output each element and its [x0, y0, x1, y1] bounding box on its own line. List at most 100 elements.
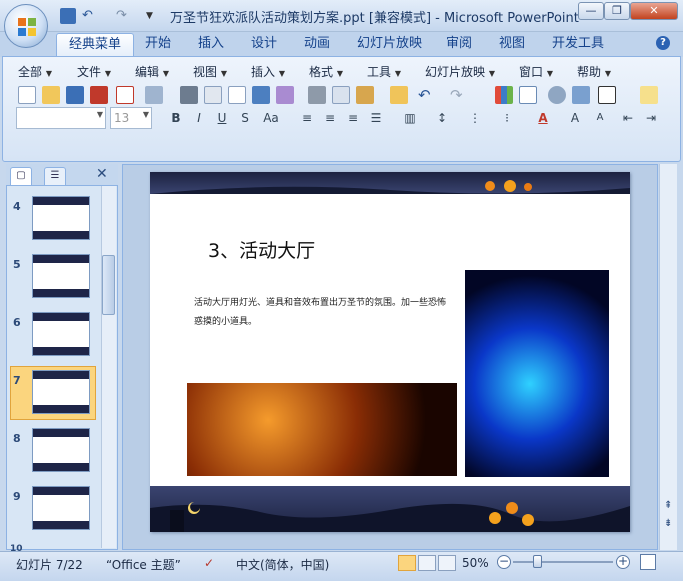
minimize-button[interactable]: — — [578, 2, 604, 20]
menu-slideshow[interactable]: 幻灯片放映 ▼ — [425, 63, 495, 80]
office-button[interactable] — [4, 4, 48, 48]
underline-button[interactable]: U — [212, 109, 232, 127]
tab-classic-menu[interactable]: 经典菜单 — [56, 33, 135, 57]
pumpkin-lanterns-photo[interactable] — [187, 383, 457, 476]
save-icon[interactable] — [66, 86, 84, 104]
zoom-slider-knob[interactable] — [533, 555, 542, 568]
outline-tab[interactable]: ☰ — [44, 167, 66, 185]
research-icon[interactable] — [276, 86, 294, 104]
next-slide-icon[interactable]: ⇟ — [664, 518, 672, 529]
tab-review[interactable]: 审阅 — [434, 33, 484, 57]
numbered-list-icon[interactable]: ⋮ — [465, 109, 485, 127]
zoom-level[interactable]: 50% — [462, 556, 489, 570]
menu-all[interactable]: 全部 ▼ — [18, 63, 52, 80]
menu-insert[interactable]: 插入 ▼ — [251, 63, 285, 80]
print-preview-icon[interactable] — [204, 86, 222, 104]
columns-icon[interactable]: ▥ — [400, 109, 420, 127]
zoom-slider[interactable] — [513, 561, 613, 563]
font-size-combo[interactable]: 13 ▼ — [110, 107, 152, 129]
slide-thumbnail-6[interactable] — [32, 312, 90, 356]
cut-icon[interactable] — [308, 86, 326, 104]
picture-icon[interactable] — [572, 86, 590, 104]
save-icon[interactable] — [60, 8, 76, 24]
clipart-icon[interactable] — [548, 86, 566, 104]
chart-icon[interactable] — [495, 86, 513, 104]
redo-icon[interactable]: ↷ — [116, 8, 132, 24]
theme-name[interactable]: “Office 主题” — [106, 556, 181, 573]
slide-scrollbar[interactable] — [659, 164, 677, 550]
print-icon[interactable] — [180, 86, 198, 104]
redo-icon[interactable]: ↷ — [450, 86, 468, 104]
slides-pane-scrollbar[interactable] — [101, 186, 116, 548]
decrease-indent-icon[interactable]: ⇤ — [618, 109, 638, 127]
tab-home[interactable]: 开始 — [133, 33, 183, 57]
copy-icon[interactable] — [332, 86, 350, 104]
normal-view-icon[interactable] — [398, 555, 416, 571]
tab-slideshow[interactable]: 幻灯片放映 — [345, 33, 434, 57]
menu-window[interactable]: 窗口 ▼ — [519, 63, 553, 80]
restore-button[interactable]: ❐ — [604, 2, 630, 20]
menu-view[interactable]: 视图 ▼ — [193, 63, 227, 80]
tab-view[interactable]: 视图 — [487, 33, 537, 57]
zoom-out-icon[interactable]: − — [497, 555, 511, 569]
slide-sorter-icon[interactable] — [418, 555, 436, 571]
menu-edit[interactable]: 编辑 ▼ — [135, 63, 169, 80]
slide-title[interactable]: 3、活动大厅 — [208, 236, 315, 263]
justify-icon[interactable]: ☰ — [366, 109, 386, 127]
slide-thumbnail-4[interactable] — [32, 196, 90, 240]
shrink-font-icon[interactable]: A — [590, 109, 610, 127]
italic-button[interactable]: I — [189, 109, 209, 127]
menu-format[interactable]: 格式 ▼ — [309, 63, 343, 80]
spelling-icon[interactable] — [252, 86, 270, 104]
increase-indent-icon[interactable]: ⇥ — [641, 109, 661, 127]
slide-color-icon[interactable] — [598, 86, 616, 104]
bullet-list-icon[interactable]: ⁝ — [497, 109, 517, 127]
line-spacing-icon[interactable]: ↕ — [432, 109, 452, 127]
slide-thumbnail-9[interactable] — [32, 486, 90, 530]
slides-tab[interactable]: ▢ — [10, 167, 32, 185]
spell-check-icon[interactable]: ✓ — [204, 556, 220, 572]
slide-thumbnail-7[interactable] — [32, 370, 90, 414]
new-slide-icon[interactable] — [640, 86, 658, 104]
menu-tools[interactable]: 工具 ▼ — [367, 63, 401, 80]
slide-thumbnail-8[interactable] — [32, 428, 90, 472]
grow-font-icon[interactable]: A — [565, 109, 585, 127]
font-name-combo[interactable]: ▼ — [16, 107, 106, 129]
align-center-icon[interactable]: ≡ — [320, 109, 340, 127]
font-color-icon[interactable]: A — [533, 109, 553, 127]
align-right-icon[interactable]: ≡ — [343, 109, 363, 127]
close-icon[interactable]: ✕ — [96, 166, 108, 182]
email-icon[interactable] — [145, 86, 163, 104]
slides-pane-scroll-thumb[interactable] — [102, 255, 115, 315]
menu-file[interactable]: 文件 ▼ — [77, 63, 111, 80]
change-case-button[interactable]: Aa — [258, 109, 284, 127]
shadow-button[interactable]: S — [235, 109, 255, 127]
menu-help[interactable]: 帮助 ▼ — [577, 63, 611, 80]
fit-to-window-icon[interactable] — [640, 554, 656, 570]
slide-body-text[interactable]: 活动大厅用灯光、道具和音效布置出万圣节的氛围。加一些恐怖惑摸的小道具。 — [194, 294, 452, 332]
quick-access-customize-icon[interactable]: ▼ — [146, 8, 162, 24]
close-button[interactable]: ✕ — [630, 2, 678, 20]
tab-insert[interactable]: 插入 — [186, 33, 236, 57]
bold-button[interactable]: B — [166, 109, 186, 127]
pdf-export-icon[interactable] — [116, 86, 134, 104]
tab-design[interactable]: 设计 — [239, 33, 289, 57]
tab-developer[interactable]: 开发工具 — [540, 33, 616, 57]
table-icon[interactable] — [519, 86, 537, 104]
undo-icon[interactable]: ↶ — [82, 8, 98, 24]
zoom-in-icon[interactable]: + — [616, 555, 630, 569]
tab-animations[interactable]: 动画 — [292, 33, 342, 57]
format-painter-icon[interactable] — [390, 86, 408, 104]
open-folder-icon[interactable] — [42, 86, 60, 104]
new-file-icon[interactable] — [18, 86, 36, 104]
slideshow-view-icon[interactable] — [438, 555, 456, 571]
slide-thumbnail-5[interactable] — [32, 254, 90, 298]
neon-skeleton-photo[interactable] — [465, 270, 609, 477]
help-icon[interactable]: ? — [656, 36, 670, 50]
undo-icon[interactable]: ↶ — [418, 86, 436, 104]
align-left-icon[interactable]: ≡ — [297, 109, 317, 127]
paste-icon[interactable] — [356, 86, 374, 104]
slide-canvas[interactable]: 3、活动大厅 活动大厅用灯光、道具和音效布置出万圣节的氛围。加一些恐怖惑摸的小道… — [150, 172, 630, 532]
permission-icon[interactable] — [90, 86, 108, 104]
previous-slide-icon[interactable]: ⇞ — [664, 500, 672, 511]
